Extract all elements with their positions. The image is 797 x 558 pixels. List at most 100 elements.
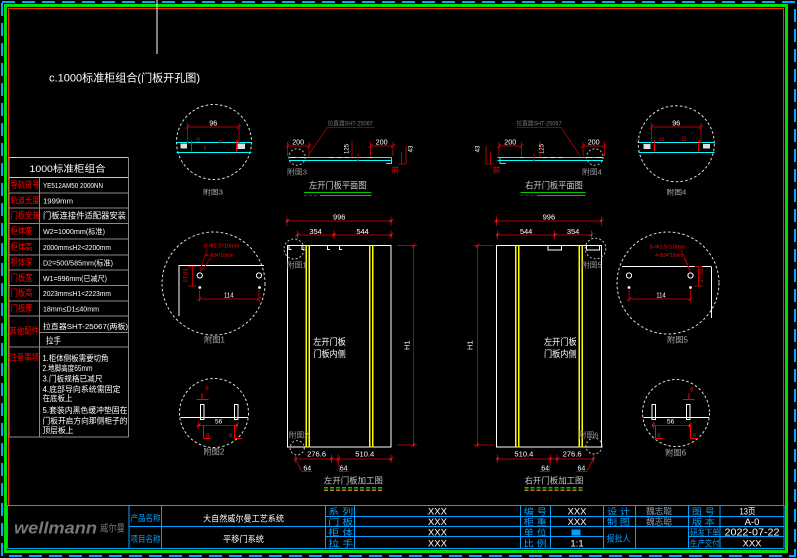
svg-text:柜 体: 柜 体 (328, 527, 354, 537)
svg-text:附图1: 附图1 (204, 335, 226, 345)
svg-text:附图5: 附图5 (667, 335, 689, 345)
svg-text:右开门板加工图: 右开门板加工图 (525, 475, 584, 485)
svg-text:柜 重: 柜 重 (524, 517, 548, 527)
svg-text:生产交付: 生产交付 (690, 538, 720, 548)
svg-text:左开门板加工图: 左开门板加工图 (324, 475, 383, 485)
svg-text:设 计: 设 计 (607, 507, 631, 517)
svg-text:门板宽: 门板宽 (11, 272, 33, 283)
svg-text:4-Φ34*10mm: 4-Φ34*10mm (655, 253, 683, 259)
svg-text:1999mm: 1999mm (43, 196, 73, 205)
svg-text:单 位: 单 位 (524, 527, 548, 537)
svg-text:9: 9 (204, 146, 207, 152)
svg-text:H1: H1 (465, 340, 474, 350)
svg-text:附图6: 附图6 (665, 447, 687, 457)
svg-text:43: 43 (475, 145, 481, 152)
svg-text:拉直器SHT-25067: 拉直器SHT-25067 (328, 119, 374, 127)
svg-text:附图4: 附图4 (666, 187, 686, 196)
svg-text:H1: H1 (403, 340, 412, 350)
svg-text:64: 64 (578, 466, 586, 473)
svg-text:3.门板规格已减尺: 3.门板规格已减尺 (43, 373, 103, 383)
svg-text:门板高: 门板高 (11, 287, 33, 298)
svg-text:354: 354 (309, 227, 322, 236)
svg-text:研发下单: 研发下单 (690, 527, 720, 537)
svg-text:114: 114 (656, 293, 666, 300)
svg-text:W2=1000mm(标准): W2=1000mm(标准) (43, 226, 105, 236)
svg-text:XXX: XXX (742, 538, 762, 549)
svg-text:544: 544 (520, 227, 533, 236)
svg-text:图 号: 图 号 (692, 507, 715, 517)
svg-text:1.柜体侧板需要切角: 1.柜体侧板需要切角 (43, 353, 109, 363)
svg-text:XXX: XXX (428, 527, 448, 538)
svg-text:威尔曼: 威尔曼 (100, 523, 125, 535)
svg-text:门板内侧: 门板内侧 (313, 348, 346, 359)
svg-text:门板厚: 门板厚 (11, 303, 33, 314)
svg-text:附图5: 附图5 (582, 261, 602, 270)
svg-text:200: 200 (504, 138, 516, 147)
svg-text:10: 10 (196, 137, 202, 143)
svg-text:64: 64 (541, 466, 549, 473)
svg-text:项目名称: 项目名称 (131, 534, 161, 544)
svg-text:附图3: 附图3 (203, 187, 223, 196)
svg-text:轨道长度: 轨道长度 (11, 194, 40, 205)
svg-text:2022-07-22: 2022-07-22 (725, 527, 780, 538)
svg-text:附图3: 附图3 (287, 167, 307, 176)
svg-text:XXX: XXX (428, 507, 448, 518)
svg-text:附图2: 附图2 (203, 447, 225, 457)
svg-text:拉直器SHT-25067: 拉直器SHT-25067 (517, 119, 563, 127)
svg-text:354: 354 (567, 227, 580, 236)
svg-text:柜体深: 柜体深 (11, 257, 33, 268)
svg-text:报批人: 报批人 (607, 533, 631, 543)
svg-text:43: 43 (409, 145, 415, 152)
svg-text:其他配件: 其他配件 (10, 325, 40, 336)
svg-text:56: 56 (215, 418, 223, 425)
svg-text:制 图: 制 图 (607, 517, 630, 527)
svg-text:96: 96 (209, 119, 217, 128)
svg-text:柜体宽: 柜体宽 (11, 225, 33, 236)
svg-text:276.6: 276.6 (307, 452, 326, 459)
svg-text:附图6: 附图6 (579, 430, 599, 439)
svg-text:产品名称: 产品名称 (131, 513, 161, 523)
svg-text:柜体高: 柜体高 (11, 241, 33, 252)
svg-text:门板开启方向那侧柜子的: 门板开启方向那侧柜子的 (43, 415, 128, 425)
svg-text:编 号: 编 号 (524, 507, 547, 517)
svg-text:门板连接件适配器安装: 门板连接件适配器安装 (43, 211, 126, 221)
svg-text:附图2: 附图2 (289, 430, 309, 439)
svg-text:2023mm≤H1<2223mm: 2023mm≤H1<2223mm (43, 289, 111, 298)
svg-text:11: 11 (660, 137, 666, 142)
svg-text:比 例: 比 例 (524, 538, 547, 548)
svg-text:左开门板: 左开门板 (544, 336, 577, 347)
svg-text:64: 64 (303, 466, 311, 473)
svg-text:510.4: 510.4 (514, 452, 533, 459)
svg-text:996: 996 (543, 213, 556, 222)
svg-text:XXX: XXX (428, 538, 448, 549)
svg-text:系 列: 系 列 (328, 507, 353, 517)
svg-text:1:1: 1:1 (570, 538, 583, 549)
svg-text:注意事项: 注意事项 (10, 352, 40, 363)
svg-text:8-Φ2.5*10mm: 8-Φ2.5*10mm (650, 244, 686, 250)
svg-text:XXX: XXX (567, 507, 587, 518)
svg-text:27.03: 27.03 (184, 269, 190, 283)
svg-text:510.4: 510.4 (355, 452, 374, 459)
svg-text:125: 125 (345, 143, 351, 154)
svg-text:XXX: XXX (567, 517, 587, 528)
svg-text:左开门板: 左开门板 (313, 336, 346, 347)
svg-text:8-Φ2.5*10mm: 8-Φ2.5*10mm (204, 244, 240, 250)
svg-text:在底板上: 在底板上 (43, 393, 73, 403)
svg-text:96: 96 (672, 119, 680, 128)
svg-text:前: 前 (493, 165, 501, 175)
svg-text:拉直器SHT-25067(两板): 拉直器SHT-25067(两板) (43, 321, 129, 331)
svg-text:9: 9 (218, 140, 224, 143)
svg-text:64: 64 (340, 466, 348, 473)
svg-text:门 板: 门 板 (328, 517, 354, 527)
svg-text:996: 996 (333, 213, 346, 222)
svg-text:门板安装: 门板安装 (11, 210, 40, 221)
svg-text:魏志聪: 魏志聪 (646, 516, 672, 527)
svg-text:200: 200 (588, 138, 600, 147)
svg-text:D2=500/585mm(标准): D2=500/585mm(标准) (43, 258, 113, 268)
svg-text:544: 544 (356, 227, 369, 236)
svg-text:W1=996mm(已减尺): W1=996mm(已减尺) (43, 273, 107, 283)
svg-text:前: 前 (392, 165, 400, 175)
svg-text:56: 56 (667, 418, 675, 425)
svg-text:4-Φ34*10mm: 4-Φ34*10mm (206, 253, 234, 259)
svg-text:门板内侧: 门板内侧 (544, 348, 577, 359)
